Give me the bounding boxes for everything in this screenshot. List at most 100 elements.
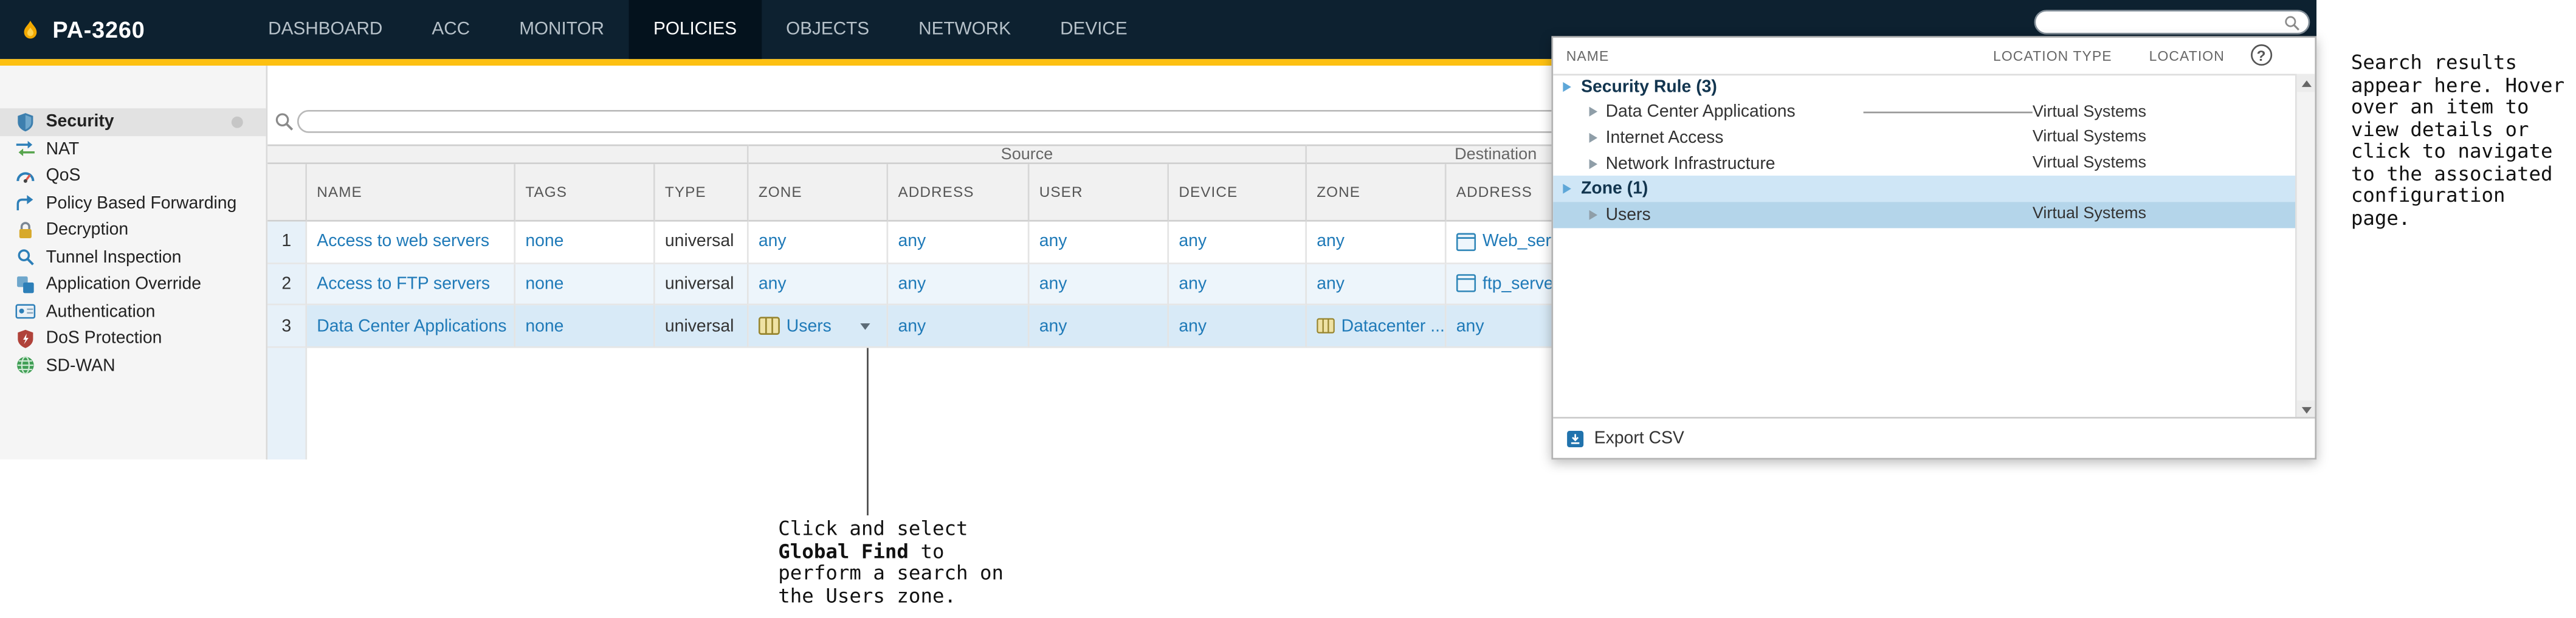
- cell-src-address: any: [888, 263, 1030, 306]
- row-number-column-filler: [267, 348, 308, 460]
- drag-handle[interactable]: [231, 116, 243, 128]
- cell-src-user: any: [1029, 305, 1169, 348]
- zone-icon: [1317, 318, 1335, 334]
- pointer-line: [867, 348, 869, 516]
- search-icon[interactable]: [2284, 14, 2300, 30]
- sd-wan-globe-icon: [17, 356, 34, 375]
- annotation-search-results: Search results appear here. Hover over a…: [2350, 50, 2565, 230]
- result-item-network-infrastructure[interactable]: Network Infrastructure Virtual Systems: [1553, 151, 2297, 176]
- panel-column-location[interactable]: LOCATION: [2149, 47, 2225, 64]
- sidebar-item-label: Decryption: [46, 220, 129, 241]
- cell-name: Data Center Applications: [307, 305, 516, 348]
- column-header-src-zone[interactable]: ZONE: [748, 164, 889, 222]
- column-header-name[interactable]: NAME: [307, 164, 516, 222]
- cell-type[interactable]: universal: [655, 263, 749, 306]
- location-type-value: Virtual Systems: [2032, 205, 2147, 224]
- result-group-security-rule[interactable]: Security Rule (3): [1553, 74, 2297, 100]
- cell-src-zone-users: Users: [748, 305, 889, 348]
- address-object-icon: [1456, 232, 1476, 251]
- cell-tags: none: [515, 263, 655, 306]
- result-group-zone[interactable]: Zone (1): [1553, 176, 2297, 202]
- palo-alto-logo-icon: [24, 19, 37, 38]
- cell-src-user: any: [1029, 263, 1169, 306]
- global-search[interactable]: [2034, 10, 2310, 35]
- sidebar-item-qos[interactable]: QoS: [0, 162, 266, 190]
- nat-icon: [16, 141, 35, 157]
- nav-item-objects[interactable]: OBJECTS: [762, 0, 894, 59]
- sidebar-item-label: DoS Protection: [46, 328, 162, 349]
- rule-name-link[interactable]: Data Center Applications: [317, 316, 506, 335]
- chevron-right-icon[interactable]: [1563, 184, 1571, 194]
- tunnel-inspection-icon: [18, 250, 34, 266]
- panel-column-name[interactable]: NAME: [1566, 47, 1610, 64]
- chevron-right-icon[interactable]: [1589, 132, 1598, 143]
- chevron-right-icon[interactable]: [1589, 107, 1598, 117]
- row-number[interactable]: 2: [267, 263, 308, 306]
- cell-name: Access to web servers: [307, 221, 516, 264]
- sidebar-item-policy-based-forwarding[interactable]: Policy Based Forwarding: [0, 190, 266, 217]
- nav-item-acc[interactable]: ACC: [407, 0, 495, 59]
- scroll-down-button[interactable]: [2296, 400, 2315, 419]
- help-icon[interactable]: ?: [2251, 44, 2273, 66]
- sidebar-item-decryption[interactable]: Decryption: [0, 217, 266, 244]
- chevron-right-icon[interactable]: [1589, 210, 1598, 220]
- column-header-dst-zone[interactable]: ZONE: [1306, 164, 1447, 222]
- column-header-src-device[interactable]: DEVICE: [1169, 164, 1307, 222]
- cell-dst-zone: any: [1306, 221, 1447, 264]
- cell-src-device: any: [1169, 305, 1307, 348]
- column-header-tags[interactable]: TAGS: [515, 164, 655, 222]
- sidebar-item-authentication[interactable]: Authentication: [0, 298, 266, 325]
- row-number[interactable]: 3: [267, 305, 308, 348]
- rule-name-link[interactable]: Access to FTP servers: [317, 273, 490, 293]
- filter-search-icon[interactable]: [274, 112, 294, 131]
- cell-type[interactable]: universal: [655, 221, 749, 264]
- nav-item-dashboard[interactable]: DASHBOARD: [244, 0, 407, 59]
- sidebar-item-application-override[interactable]: Application Override: [0, 271, 266, 298]
- cell-dst-zone: any: [1306, 263, 1447, 306]
- cell-src-zone: any: [748, 221, 889, 264]
- cell-type[interactable]: universal: [655, 305, 749, 348]
- chevron-right-icon[interactable]: [1563, 81, 1571, 92]
- sidebar-item-tunnel-inspection[interactable]: Tunnel Inspection: [0, 244, 266, 271]
- column-header-rownum: [267, 164, 308, 222]
- sidebar-item-security[interactable]: Security: [0, 108, 266, 136]
- main-nav: DASHBOARD ACC MONITOR POLICIES OBJECTS N…: [244, 0, 1152, 60]
- group-header-blank: [267, 144, 749, 165]
- rule-name-link[interactable]: Access to web servers: [317, 232, 489, 252]
- global-search-input[interactable]: [2036, 11, 2284, 33]
- cell-dst-zone: Datacenter ...: [1306, 305, 1447, 348]
- column-header-type[interactable]: TYPE: [655, 164, 749, 222]
- result-item-data-center-applications[interactable]: Data Center Applications Virtual Systems: [1553, 100, 2297, 125]
- application-override-icon: [17, 276, 34, 293]
- scroll-up-button[interactable]: [2296, 74, 2315, 92]
- result-item-internet-access[interactable]: Internet Access Virtual Systems: [1553, 125, 2297, 151]
- forwarding-icon: [16, 195, 33, 211]
- nav-item-monitor[interactable]: MONITOR: [495, 0, 629, 59]
- column-header-src-address[interactable]: ADDRESS: [888, 164, 1030, 222]
- sidebar-item-sd-wan[interactable]: SD-WAN: [0, 352, 266, 379]
- dropdown-chevron-icon[interactable]: [860, 322, 870, 329]
- nav-item-policies[interactable]: POLICIES: [629, 0, 762, 60]
- sidebar-item-dos-protection[interactable]: DoS Protection: [0, 325, 266, 352]
- row-number[interactable]: 1: [267, 221, 308, 264]
- sidebar-item-nat[interactable]: NAT: [0, 136, 266, 163]
- location-type-value: Virtual Systems: [2032, 103, 2147, 122]
- cell-tags: none: [515, 305, 655, 348]
- result-item-users[interactable]: Users Virtual Systems: [1553, 202, 2297, 228]
- scrollbar[interactable]: [2295, 74, 2315, 419]
- cell-src-user: any: [1029, 221, 1169, 264]
- sidebar-item-label: Authentication: [46, 301, 156, 321]
- panel-header: NAME LOCATION TYPE LOCATION ?: [1553, 38, 2315, 76]
- nav-item-device[interactable]: DEVICE: [1036, 0, 1152, 59]
- export-csv-button[interactable]: Export CSV: [1553, 417, 2315, 458]
- lock-icon: [19, 221, 32, 238]
- nav-item-network[interactable]: NETWORK: [894, 0, 1036, 59]
- panel-results-list: Security Rule (3) Data Center Applicatio…: [1553, 74, 2297, 419]
- search-results-panel: NAME LOCATION TYPE LOCATION ? Security R…: [1551, 36, 2317, 460]
- sidebar-item-label: SD-WAN: [46, 355, 115, 376]
- panel-column-location-type[interactable]: LOCATION TYPE: [1993, 47, 2112, 64]
- chevron-right-icon[interactable]: [1589, 158, 1598, 169]
- dos-protection-icon: [18, 329, 33, 348]
- cell-name: Access to FTP servers: [307, 263, 516, 306]
- column-header-src-user[interactable]: USER: [1029, 164, 1169, 222]
